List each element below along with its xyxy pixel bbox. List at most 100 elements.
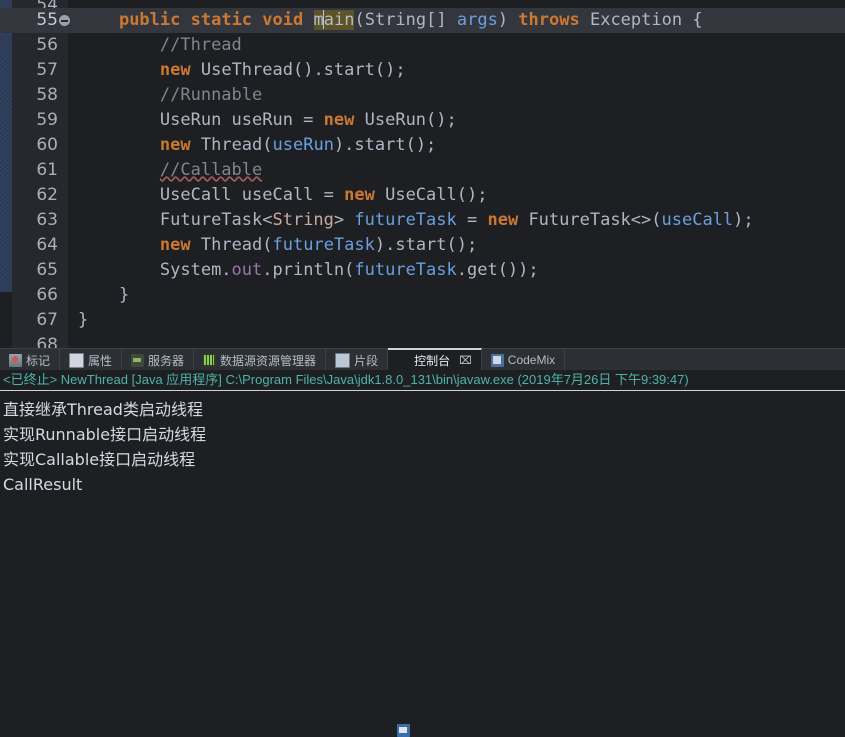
code-token: )	[497, 10, 519, 30]
code-token: //Runnable	[159, 85, 263, 105]
tab-snippets[interactable]: 片段	[326, 349, 389, 371]
code-token: void	[262, 10, 304, 30]
tab-server[interactable]: 服务器	[122, 349, 195, 371]
code-line[interactable]: 68	[0, 333, 845, 348]
code-token: futureTask	[354, 260, 457, 280]
console-output-line: 实现Runnable接口启动线程	[3, 425, 207, 444]
code-line[interactable]: 55 public static void main(String[] args…	[0, 8, 845, 33]
bottom-view-tabstrip[interactable]: 标记 属性 服务器 数据源资源管理器 片段 控制台 ⌧ CodeMix	[0, 348, 845, 737]
tab-label: 数据源资源管理器	[220, 353, 317, 368]
snippets-icon	[335, 352, 351, 368]
code-token: Thread(	[200, 235, 273, 255]
code-token: ).start();	[333, 135, 437, 155]
line-number: 64	[36, 235, 58, 255]
code-text: FutureTask<String> futureTask = new Futu…	[78, 208, 754, 233]
line-number: 66	[36, 285, 58, 305]
code-line[interactable]: 65 System.out.println(futureTask.get());	[0, 258, 845, 283]
code-token: UseRun();	[364, 110, 457, 130]
code-text: UseRun useRun = new UseRun();	[78, 108, 457, 133]
code-token: new	[344, 185, 375, 205]
code-token: UseCall();	[385, 185, 488, 205]
line-number: 60	[36, 135, 58, 155]
console-launch-status-text: <已终止> NewThread [Java 应用程序] C:\Program F…	[3, 372, 689, 387]
code-token: ).start();	[374, 235, 478, 255]
line-number: 61	[36, 160, 58, 180]
code-text: new Thread(useRun).start();	[78, 133, 436, 158]
code-line[interactable]: 54	[0, 0, 845, 8]
console-launch-status: <已终止> NewThread [Java 应用程序] C:\Program F…	[0, 370, 845, 391]
code-editor[interactable]: 5455 public static void main(String[] ar…	[0, 0, 845, 348]
code-text: }	[78, 283, 129, 308]
code-token: UseRun useRun =	[159, 110, 324, 130]
code-text: }	[78, 308, 88, 333]
code-token: public	[118, 10, 181, 30]
code-line[interactable]: 59 UseRun useRun = new UseRun();	[0, 108, 845, 133]
tab-label: 属性	[88, 353, 113, 368]
tab-codemix[interactable]: CodeMix	[482, 349, 566, 371]
close-icon[interactable]: ⌧	[459, 354, 472, 367]
code-token: new	[487, 210, 519, 230]
code-line[interactable]: 60 new Thread(useRun).start();	[0, 133, 845, 158]
code-text: new UseThread().start();	[78, 58, 406, 83]
tab-label: 服务器	[148, 353, 185, 368]
code-token: .get());	[456, 260, 539, 280]
tab-label: 标记	[26, 353, 51, 368]
code-token: Exception	[589, 10, 683, 30]
code-token: UseThread().start();	[200, 60, 406, 80]
code-token: useCall	[661, 210, 734, 230]
code-token: }	[78, 310, 89, 330]
console-output-line: 直接继承Thread类启动线程	[3, 400, 203, 419]
tab-label: 片段	[354, 353, 379, 368]
code-line[interactable]: 58 //Runnable	[0, 83, 845, 108]
line-number: 62	[36, 185, 58, 205]
code-line[interactable]: 56 //Thread	[0, 33, 845, 58]
code-line[interactable]: 57 new UseThread().start();	[0, 58, 845, 83]
code-line[interactable]: 64 new Thread(futureTask).start();	[0, 233, 845, 258]
code-text: //Runnable	[78, 83, 262, 108]
code-token: );	[733, 210, 754, 230]
code-text: System.out.println(futureTask.get());	[78, 258, 539, 283]
code-token: ain	[323, 10, 355, 30]
code-token: {	[682, 10, 703, 30]
code-line[interactable]: 67}	[0, 308, 845, 333]
code-token: new	[159, 235, 191, 255]
line-number: 68	[36, 335, 58, 348]
code-text: new Thread(futureTask).start();	[78, 233, 477, 258]
datasource-icon	[203, 353, 217, 367]
tab-properties[interactable]: 属性	[60, 349, 123, 371]
code-token: .println(	[262, 260, 355, 280]
code-line[interactable]: 66 }	[0, 283, 845, 308]
code-line[interactable]: 61 //Callable	[0, 158, 845, 183]
code-lines[interactable]: 5455 public static void main(String[] ar…	[0, 0, 845, 348]
code-text: //Callable	[78, 158, 262, 183]
code-token: >	[333, 210, 355, 230]
console-output-line: 实现Callable接口启动线程	[3, 450, 196, 469]
console-icon	[397, 724, 411, 737]
tab-label: 控制台	[414, 354, 451, 368]
code-line[interactable]: 62 UseCall useCall = new UseCall();	[0, 183, 845, 208]
code-token: FutureTask<>(	[528, 210, 662, 230]
tab-datasource[interactable]: 数据源资源管理器	[194, 349, 327, 371]
code-token: args	[456, 10, 498, 30]
code-token: Thread(	[200, 135, 273, 155]
tab-console[interactable]: 控制台 ⌧	[388, 348, 482, 737]
tab-bookmark[interactable]: 标记	[0, 349, 61, 371]
code-token: System.	[159, 260, 232, 280]
console-view[interactable]: <已终止> NewThread [Java 应用程序] C:\Program F…	[0, 370, 845, 512]
code-token: new	[159, 135, 191, 155]
fold-collapse-icon[interactable]	[59, 15, 70, 26]
code-line[interactable]: 63 FutureTask<String> futureTask = new F…	[0, 208, 845, 233]
